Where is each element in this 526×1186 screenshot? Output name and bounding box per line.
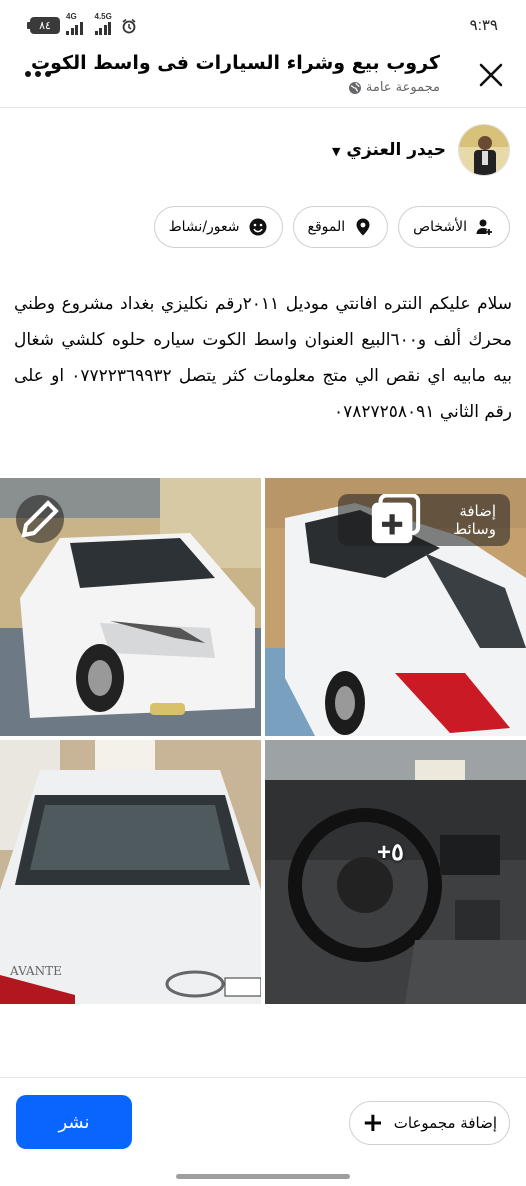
publish-button[interactable]: نشر	[16, 1095, 132, 1149]
status-icons: ٨٤ 4G 4.5G	[27, 12, 137, 35]
alarm-icon	[121, 18, 137, 34]
author-name: حيدر العنزي ▼	[326, 140, 446, 160]
photo-car-interior[interactable]: +٥	[265, 740, 526, 1004]
chip-location-label: الموقع	[307, 219, 346, 235]
add-groups-label: إضافة مجموعات	[393, 1114, 497, 1132]
photo-grid: إضافة وسائط AVANTE +٥	[0, 478, 526, 1004]
people-icon	[476, 219, 492, 235]
chip-feeling[interactable]: شعور/نشاط	[153, 206, 283, 248]
signal-4g-label: 4G	[66, 12, 77, 21]
author-name-text: حيدر العنزي	[346, 140, 446, 160]
group-privacy: مجموعة عامة	[348, 80, 440, 95]
bottom-bar: نشر + إضافة مجموعات	[0, 1077, 526, 1186]
chip-feeling-label: شعور/نشاط	[168, 219, 240, 235]
chip-people-label: الأشخاص	[413, 219, 467, 235]
avatar	[458, 124, 510, 176]
svg-text:AVANTE: AVANTE	[9, 964, 62, 978]
photo-car-front[interactable]	[0, 478, 261, 736]
photo-car-side[interactable]: إضافة وسائط	[265, 478, 526, 736]
chip-location[interactable]: الموقع	[292, 206, 389, 248]
signal-45g-icon: 4.5G	[94, 12, 112, 35]
chip-people[interactable]: الأشخاص	[398, 206, 510, 248]
add-media-icon	[371, 494, 420, 544]
caret-down-icon: ▼	[331, 145, 341, 158]
close-icon[interactable]	[474, 58, 508, 92]
signal-45g-label: 4.5G	[94, 12, 112, 21]
photo-car-rear[interactable]: AVANTE	[0, 740, 261, 1004]
home-indicator[interactable]	[176, 1174, 350, 1179]
post-options: الأشخاص الموقع شعور/نشاط	[153, 206, 510, 248]
author-row[interactable]: حيدر العنزي ▼	[326, 124, 510, 176]
add-groups-button[interactable]: + إضافة مجموعات	[348, 1101, 510, 1145]
more-photos-count: +٥	[377, 839, 404, 866]
status-time: ٩:٣٩	[469, 17, 498, 34]
post-text[interactable]: سلام عليكم النتره افانتي موديل ٢٠١١رقم ن…	[14, 286, 512, 430]
header: كروب بيع وشراء السيارات فى واسط الكوت مج…	[0, 46, 526, 108]
group-title: كروب بيع وشراء السيارات فى واسط الكوت	[30, 52, 440, 74]
location-pin-icon	[356, 218, 370, 236]
edit-icon[interactable]	[16, 495, 64, 543]
add-media-label: إضافة وسائط	[453, 502, 496, 538]
battery-icon: ٨٤	[27, 17, 60, 34]
status-bar: ٨٤ 4G 4.5G ٩:٣٩	[0, 0, 526, 46]
smile-icon	[249, 218, 267, 236]
group-privacy-label: مجموعة عامة	[365, 80, 440, 95]
plus-icon: +	[361, 1108, 384, 1138]
globe-icon	[348, 81, 361, 94]
add-media-button[interactable]: إضافة وسائط	[337, 494, 510, 546]
signal-4g-icon: 4G	[66, 12, 83, 35]
